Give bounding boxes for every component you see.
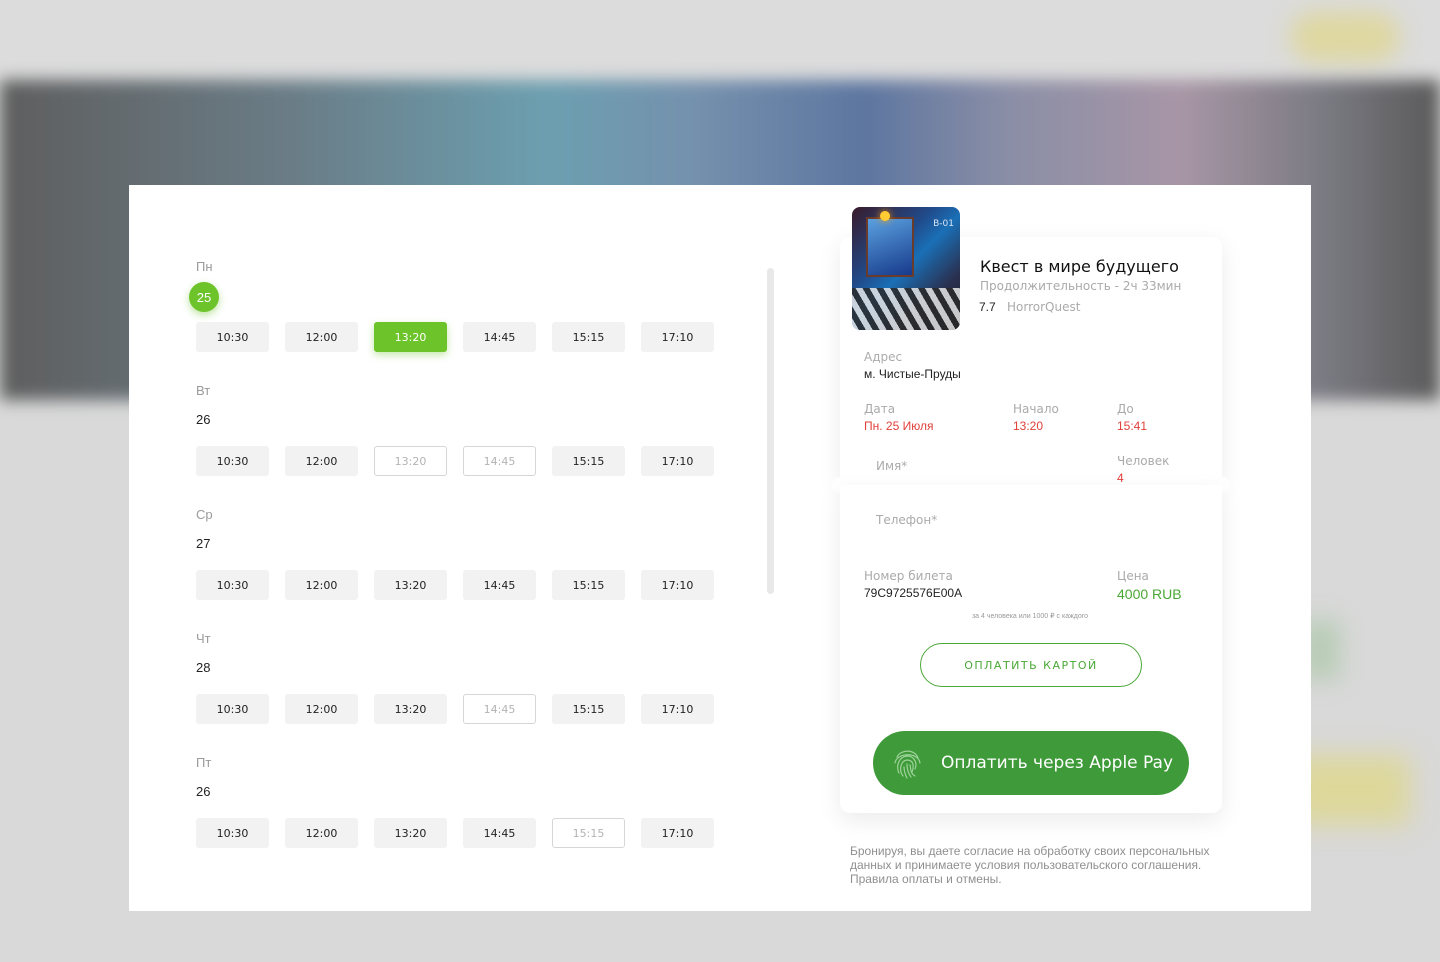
time-slots: 10:30 12:00 13:20 14:45 15:15 17:10 (196, 570, 730, 600)
day-name: Пн (196, 259, 213, 274)
time-slot-button[interactable]: 17:10 (641, 446, 714, 476)
price-note: за 4 человека или 1000 ₽ с каждого (971, 613, 1089, 620)
time-slot-button[interactable]: 15:15 (552, 322, 625, 352)
day-block: Пт 26 10:30 12:00 13:20 14:45 15:15 17:10 (196, 755, 736, 855)
quest-brand: HorrorQuest (1007, 300, 1081, 314)
end-label: До (1117, 402, 1134, 416)
phone-field[interactable]: Телефон* (876, 513, 937, 527)
day-block: Вт 26 10:30 12:00 13:20 14:45 15:15 17:10 (196, 383, 736, 483)
ticket-top: B-01 Квест в мире будущего Продолжительн… (840, 207, 1222, 485)
start-label: Начало (1013, 402, 1059, 416)
consent-text: Бронируя, вы даете согласие на обработку… (850, 844, 1210, 886)
apple-pay-button[interactable]: Оплатить через Apple Pay (873, 731, 1189, 795)
blurred-header (0, 0, 1440, 80)
ticket-number-value: 79C9725576E00A (864, 586, 963, 600)
price-label: Цена (1117, 569, 1149, 583)
time-slot-button[interactable]: 13:20 (374, 694, 447, 724)
time-slot-button[interactable]: 10:30 (196, 446, 269, 476)
time-slots: 10:30 12:00 13:20 14:45 15:15 17:10 (196, 322, 730, 352)
time-slot-button: 14:45 (463, 694, 536, 724)
blurred-button (1290, 12, 1400, 62)
day-number[interactable]: 27 (196, 536, 210, 551)
quest-rating: 7.7 (979, 300, 996, 314)
ticket-card: B-01 Квест в мире будущего Продолжительн… (832, 207, 1230, 813)
day-number[interactable]: 26 (196, 412, 210, 427)
time-slot-button[interactable]: 17:10 (641, 818, 714, 848)
time-slot-button[interactable]: 17:10 (641, 570, 714, 600)
time-slot-button[interactable]: 10:30 (196, 570, 269, 600)
time-slot-button[interactable]: 10:30 (196, 322, 269, 352)
date-value: Пн. 25 Июля (864, 419, 934, 433)
time-slot-button[interactable]: 10:30 (196, 694, 269, 724)
start-value: 13:20 (1013, 419, 1044, 433)
quest-title: Квест в мире будущего (980, 257, 1179, 276)
day-name: Пт (196, 755, 212, 770)
people-value[interactable]: 4 (1117, 471, 1124, 485)
time-slot-button[interactable]: 10:30 (196, 818, 269, 848)
end-value: 15:41 (1117, 419, 1148, 433)
time-slot-button[interactable]: 17:10 (641, 322, 714, 352)
time-slot-button[interactable]: 13:20 (374, 570, 447, 600)
day-number[interactable]: 28 (196, 660, 210, 675)
time-slot-button[interactable]: 14:45 (463, 570, 536, 600)
time-slot-button[interactable]: 12:00 (285, 446, 358, 476)
time-slot-button[interactable]: 15:15 (552, 694, 625, 724)
day-block: Чт 28 10:30 12:00 13:20 14:45 15:15 17:10 (196, 631, 736, 731)
day-name: Чт (196, 631, 211, 646)
time-slot-button[interactable]: 13:20 (374, 322, 447, 352)
time-slots: 10:30 12:00 13:20 14:45 15:15 17:10 (196, 446, 730, 476)
address-label: Адрес (864, 350, 903, 364)
time-slot-button: 13:20 (374, 446, 447, 476)
day-block: Ср 27 10:30 12:00 13:20 14:45 15:15 17:10 (196, 507, 736, 607)
day-name: Ср (196, 507, 213, 522)
schedule: Пн 25 10:30 12:00 13:20 14:45 15:15 17:10 Вт 26 10… (129, 185, 789, 911)
time-slot-button[interactable]: 17:10 (641, 694, 714, 724)
fingerprint-icon (894, 750, 921, 779)
time-slots: 10:30 12:00 13:20 14:45 15:15 17:10 (196, 694, 730, 724)
time-slot-button[interactable]: 14:45 (463, 818, 536, 848)
name-field[interactable]: Имя* (876, 459, 907, 473)
time-slot-button: 14:45 (463, 446, 536, 476)
booking-modal: Пн 25 10:30 12:00 13:20 14:45 15:15 17:10 Вт 26 10… (129, 185, 1311, 911)
time-slot-button[interactable]: 15:15 (552, 446, 625, 476)
quest-duration: Продолжительность - 2ч 33мин (980, 279, 1182, 293)
time-slot-button[interactable]: 13:20 (374, 818, 447, 848)
time-slot-button[interactable]: 12:00 (285, 322, 358, 352)
time-slots: 10:30 12:00 13:20 14:45 15:15 17:10 (196, 818, 730, 848)
time-slot-button[interactable]: 15:15 (552, 570, 625, 600)
day-name: Вт (196, 383, 211, 398)
ticket-number-label: Номер билета (864, 569, 953, 583)
quest-poster-image: B-01 (852, 207, 960, 330)
address-value: м. Чистые-Пруды (864, 367, 961, 381)
poster-tag: B-01 (933, 219, 954, 229)
date-label: Дата (864, 402, 896, 416)
time-slot-button[interactable]: 12:00 (285, 694, 358, 724)
price-value: 4000 RUB (1117, 586, 1182, 602)
apple-pay-label: Оплатить через Apple Pay (941, 753, 1174, 773)
day-number[interactable]: 25 (189, 282, 219, 312)
time-slot-button[interactable]: 12:00 (285, 818, 358, 848)
people-label: Человек (1117, 454, 1170, 468)
day-number[interactable]: 26 (196, 784, 210, 799)
time-slot-button: 15:15 (552, 818, 625, 848)
time-slot-button[interactable]: 14:45 (463, 322, 536, 352)
pay-card-button[interactable]: ОПЛАТИТЬ КАРТОЙ (920, 643, 1142, 687)
day-block: Пн 25 10:30 12:00 13:20 14:45 15:15 17:10 (189, 259, 736, 359)
scrollbar[interactable] (767, 268, 774, 594)
time-slot-button[interactable]: 12:00 (285, 570, 358, 600)
